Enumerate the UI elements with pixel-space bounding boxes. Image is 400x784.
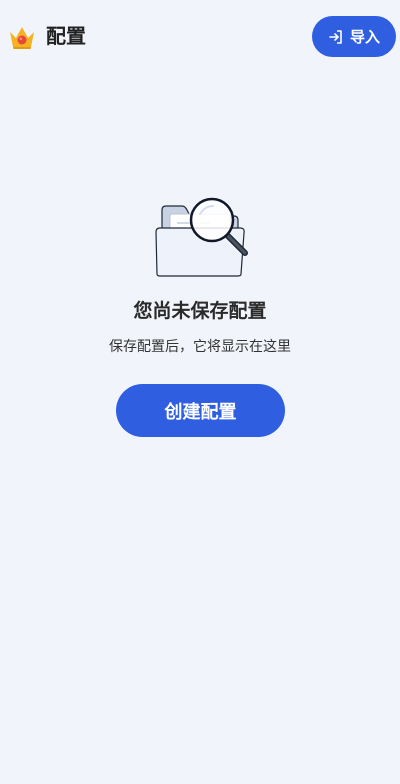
empty-state-title: 您尚未保存配置 — [133, 300, 267, 322]
import-button-label: 导入 — [349, 28, 380, 46]
import-button[interactable]: 导入 — [312, 16, 396, 57]
app-header: 配置 导入 — [0, 0, 400, 72]
create-config-button[interactable]: 创建配置 — [116, 384, 285, 437]
crown-icon — [10, 27, 34, 49]
import-icon — [329, 29, 342, 44]
empty-state-subtitle: 保存配置后，它将显示在这里 — [109, 339, 291, 355]
page-title: 配置 — [46, 24, 86, 48]
folder-search-icon — [155, 197, 248, 277]
